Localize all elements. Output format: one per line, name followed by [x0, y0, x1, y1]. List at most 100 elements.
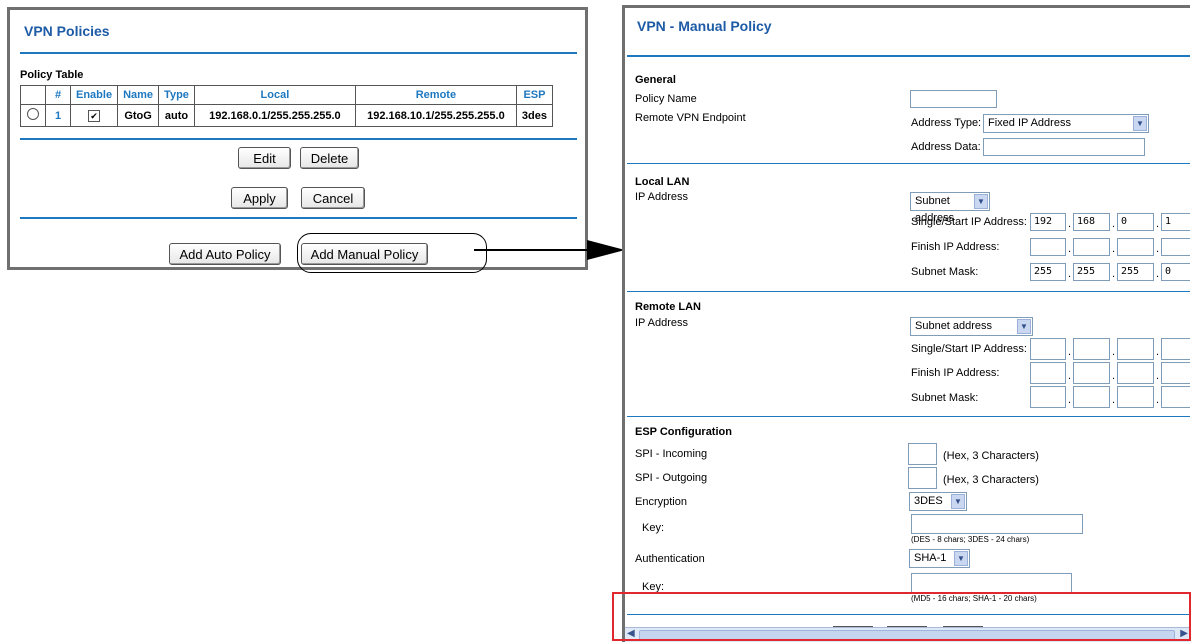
spi-incoming-hint: (Hex, 3 Characters): [943, 450, 1039, 462]
local-subnet-octet-4[interactable]: 0: [1161, 263, 1190, 281]
vpn-manual-policy-panel: VPN - Manual Policy General Policy Name …: [622, 5, 1190, 642]
local-ip-type-select[interactable]: Subnet address ▼: [910, 192, 990, 224]
local-subnet-octet-1[interactable]: 255: [1030, 263, 1066, 281]
row-remote: 192.168.10.1/255.255.255.0: [354, 104, 517, 127]
remote-subnet-octet-3[interactable]: [1117, 386, 1154, 408]
apply-button[interactable]: Apply: [231, 187, 288, 209]
local-finish-ip-octet-2[interactable]: [1073, 238, 1110, 256]
octet-separator: .: [1156, 218, 1160, 230]
local-start-ip-octet-1[interactable]: 192: [1030, 213, 1066, 231]
local-subnet-octet-2[interactable]: 255: [1073, 263, 1110, 281]
octet-separator: .: [1112, 394, 1116, 406]
address-type-select[interactable]: Fixed IP Address ▼: [983, 114, 1149, 133]
remote-finish-ip-label: Finish IP Address:: [911, 367, 1000, 379]
remote-ip-type-select[interactable]: Subnet address ▼: [910, 317, 1033, 336]
section-general: General: [635, 74, 676, 86]
address-type-value: Fixed IP Address: [988, 117, 1071, 129]
divider: [627, 291, 1190, 292]
callout-arrow-icon: [474, 240, 625, 260]
section-remote-lan: Remote LAN: [635, 301, 702, 313]
cancel-button[interactable]: Cancel: [301, 187, 365, 209]
spi-outgoing-label: SPI - Outgoing: [635, 472, 708, 484]
local-start-ip-octet-2[interactable]: 168: [1073, 213, 1110, 231]
local-finish-ip-octet-4[interactable]: [1161, 238, 1190, 256]
col-select: [20, 85, 46, 105]
highlight-box: [612, 592, 1191, 641]
authentication-key-input[interactable]: [911, 573, 1072, 593]
section-local-lan: Local LAN: [635, 176, 690, 188]
remote-finish-ip-octet-2[interactable]: [1073, 362, 1110, 384]
local-ip-address-label: IP Address: [635, 191, 688, 203]
row-local: 192.168.0.1/255.255.255.0: [193, 104, 356, 127]
local-subnet-mask-label: Subnet Mask:: [911, 266, 979, 278]
remote-start-ip-octet-4[interactable]: [1161, 338, 1190, 360]
local-subnet-octet-3[interactable]: 255: [1117, 263, 1154, 281]
row-select-cell: [20, 104, 46, 127]
col-type: Type: [158, 85, 195, 105]
octet-separator: .: [1068, 218, 1072, 230]
remote-subnet-octet-2[interactable]: [1073, 386, 1110, 408]
row-radio-button[interactable]: [27, 108, 39, 120]
col-remote: Remote: [354, 85, 517, 105]
octet-separator: .: [1068, 370, 1072, 382]
authentication-value: SHA-1: [914, 552, 947, 564]
policy-name-input[interactable]: [910, 90, 997, 108]
page-title: VPN Policies: [24, 23, 110, 39]
row-number: 1: [45, 104, 71, 127]
local-finish-ip-octet-3[interactable]: [1117, 238, 1154, 256]
encryption-select[interactable]: 3DES ▼: [909, 492, 967, 511]
remote-finish-ip-octet-4[interactable]: [1161, 362, 1190, 384]
chevron-down-icon: ▼: [1017, 319, 1031, 334]
local-start-ip-octet-4[interactable]: 1: [1161, 213, 1190, 231]
octet-separator: .: [1112, 243, 1116, 255]
col-name: Name: [117, 85, 160, 105]
spi-incoming-label: SPI - Incoming: [635, 448, 708, 460]
remote-start-ip-octet-1[interactable]: [1030, 338, 1066, 360]
remote-finish-ip-octet-3[interactable]: [1117, 362, 1154, 384]
octet-separator: .: [1112, 346, 1116, 358]
table-row: 1 ✔ GtoG auto 192.168.0.1/255.255.255.0 …: [20, 104, 553, 127]
remote-start-ip-label: Single/Start IP Address:: [911, 343, 1027, 355]
local-start-ip-label: Single/Start IP Address:: [911, 216, 1027, 228]
policy-name-label: Policy Name: [635, 93, 697, 105]
remote-start-ip-octet-2[interactable]: [1073, 338, 1110, 360]
add-auto-policy-button[interactable]: Add Auto Policy: [169, 243, 281, 265]
encryption-key-input[interactable]: [911, 514, 1083, 534]
spi-outgoing-hint: (Hex, 3 Characters): [943, 474, 1039, 486]
octet-separator: .: [1156, 370, 1160, 382]
policy-table: # Enable Name Type Local Remote ESP 1 ✔ …: [20, 85, 553, 127]
row-name: GtoG: [117, 104, 160, 127]
address-data-input[interactable]: [983, 138, 1145, 156]
remote-subnet-mask-label: Subnet Mask:: [911, 392, 979, 404]
col-enable: Enable: [69, 85, 119, 105]
remote-ip-type-value: Subnet address: [915, 320, 993, 332]
encryption-label: Encryption: [635, 496, 687, 508]
divider: [20, 217, 577, 219]
spi-incoming-input[interactable]: [908, 443, 937, 465]
col-number: #: [45, 85, 71, 105]
col-esp: ESP: [515, 85, 553, 105]
authentication-select[interactable]: SHA-1 ▼: [909, 549, 970, 568]
chevron-down-icon: ▼: [1133, 116, 1147, 131]
remote-finish-ip-octet-1[interactable]: [1030, 362, 1066, 384]
local-finish-ip-octet-1[interactable]: [1030, 238, 1066, 256]
delete-button[interactable]: Delete: [300, 147, 359, 169]
spi-outgoing-input[interactable]: [908, 467, 937, 489]
enable-checkbox[interactable]: ✔: [88, 109, 101, 122]
address-data-label: Address Data:: [911, 141, 981, 153]
row-type: auto: [158, 104, 195, 127]
col-local: Local: [193, 85, 356, 105]
remote-vpn-endpoint-label: Remote VPN Endpoint: [635, 112, 746, 124]
edit-button[interactable]: Edit: [238, 147, 291, 169]
row-enable-cell: ✔: [69, 104, 119, 127]
remote-start-ip-octet-3[interactable]: [1117, 338, 1154, 360]
table-header-row: # Enable Name Type Local Remote ESP: [20, 85, 553, 105]
divider: [627, 416, 1190, 417]
local-start-ip-octet-3[interactable]: 0: [1117, 213, 1154, 231]
octet-separator: .: [1112, 218, 1116, 230]
local-finish-ip-label: Finish IP Address:: [911, 241, 1000, 253]
octet-separator: .: [1112, 370, 1116, 382]
remote-subnet-octet-4[interactable]: [1161, 386, 1190, 408]
chevron-down-icon: ▼: [954, 551, 968, 566]
remote-subnet-octet-1[interactable]: [1030, 386, 1066, 408]
